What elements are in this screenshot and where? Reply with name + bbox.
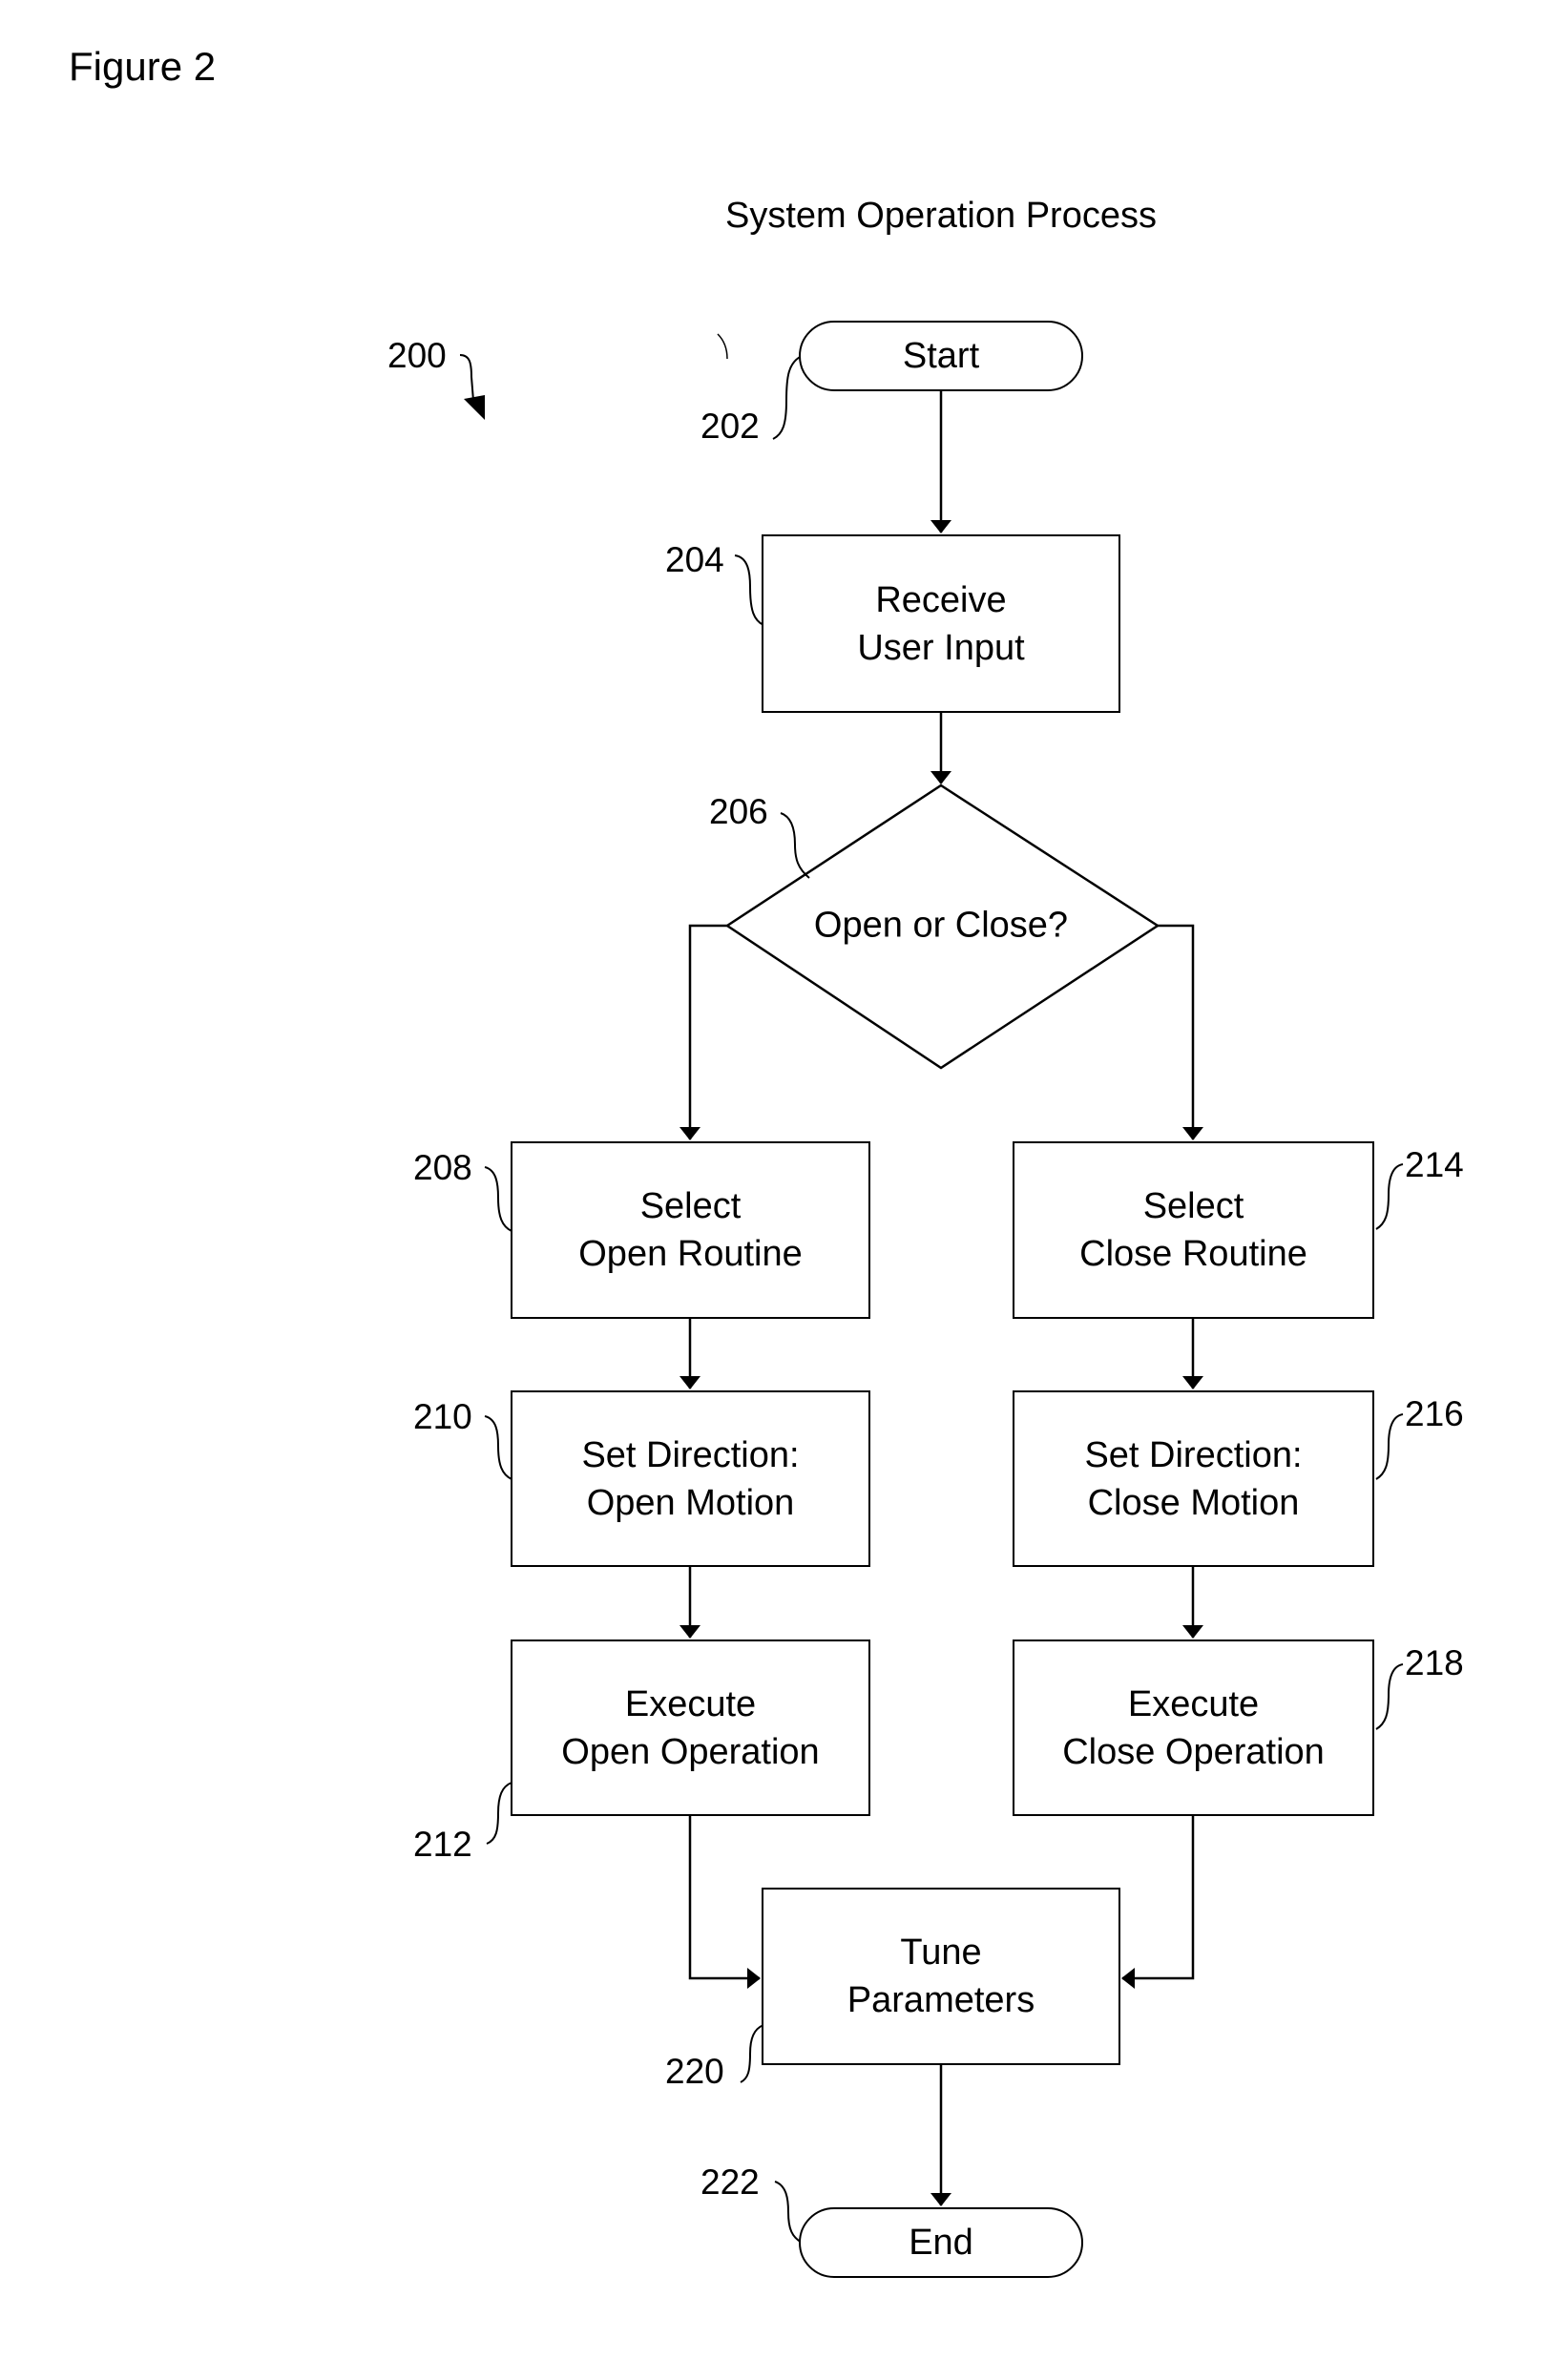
receive-line2: User Input [857, 627, 1025, 668]
select-open-line1: Select [639, 1186, 742, 1226]
ref-220: 220 [665, 2052, 724, 2091]
ref-200: 200 [387, 336, 447, 375]
select-close-line2: Close Routine [1079, 1234, 1307, 1274]
stray-mark [717, 333, 728, 360]
edge-decision-to-select-close [1158, 924, 1203, 1140]
select-open-line2: Open Routine [578, 1234, 803, 1274]
edge-exec-open-to-tune [688, 1816, 761, 1989]
exec-close-line2: Close Operation [1062, 1731, 1325, 1772]
end-label: End [909, 2223, 973, 2263]
set-open-line2: Open Motion [586, 1482, 795, 1523]
leader-216 [1375, 1413, 1404, 1480]
start-terminator: Start [799, 321, 1083, 391]
arrowhead-200 [464, 395, 485, 420]
leader-200 [459, 354, 474, 402]
set-direction-close-box: Set Direction: Close Motion [1013, 1390, 1374, 1567]
leader-212 [486, 1782, 512, 1845]
execute-close-operation-box: Execute Close Operation [1013, 1639, 1374, 1816]
ref-206: 206 [709, 792, 768, 831]
receive-user-input-box: Receive User Input [762, 534, 1120, 713]
leader-210 [484, 1415, 512, 1480]
leader-202 [772, 355, 803, 440]
leader-222 [774, 2181, 803, 2244]
edge-decision-to-select-open [679, 924, 727, 1140]
ref-202: 202 [700, 407, 760, 446]
set-close-line1: Set Direction: [1084, 1434, 1303, 1475]
tune-line2: Parameters [847, 1980, 1035, 2020]
leader-206 [780, 812, 810, 879]
ref-218: 218 [1405, 1643, 1464, 1682]
ref-222: 222 [700, 2162, 760, 2202]
leader-218 [1375, 1663, 1404, 1730]
execute-open-operation-box: Execute Open Operation [511, 1639, 870, 1816]
exec-open-line1: Execute [624, 1683, 757, 1724]
tune-parameters-box: Tune Parameters [762, 1888, 1120, 2065]
ref-210: 210 [413, 1397, 472, 1436]
edge-exec-close-to-tune [1121, 1816, 1195, 1989]
select-open-routine-box: Select Open Routine [511, 1141, 870, 1319]
diagram-title: System Operation Process [725, 196, 1157, 236]
select-close-line1: Select [1142, 1186, 1244, 1226]
set-open-line1: Set Direction: [581, 1434, 800, 1475]
tune-line1: Tune [900, 1932, 982, 1973]
receive-line1: Receive [875, 579, 1007, 620]
leader-214 [1375, 1163, 1404, 1230]
ref-204: 204 [665, 540, 724, 579]
set-direction-open-box: Set Direction: Open Motion [511, 1390, 870, 1567]
end-terminator: End [799, 2207, 1083, 2278]
leader-220 [740, 2024, 764, 2083]
figure-label: Figure 2 [69, 44, 217, 89]
set-close-line2: Close Motion [1087, 1482, 1300, 1523]
select-close-routine-box: Select Close Routine [1013, 1141, 1374, 1319]
decision-label: Open or Close? [813, 905, 1069, 946]
ref-214: 214 [1405, 1145, 1464, 1184]
ref-208: 208 [413, 1148, 472, 1187]
exec-close-line1: Execute [1127, 1683, 1260, 1724]
ref-212: 212 [413, 1825, 472, 1864]
leader-204 [734, 554, 764, 626]
start-label: Start [902, 336, 980, 376]
exec-open-line2: Open Operation [561, 1731, 820, 1772]
ref-216: 216 [1405, 1394, 1464, 1433]
leader-208 [484, 1166, 512, 1232]
